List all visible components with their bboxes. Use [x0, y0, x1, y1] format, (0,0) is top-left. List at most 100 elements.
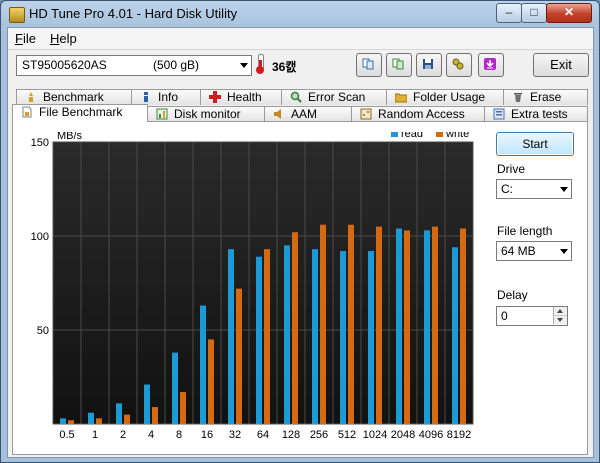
tab-benchmark-label: Benchmark [43, 90, 104, 104]
bar-read [60, 418, 66, 424]
x-tick-label: 256 [310, 429, 328, 441]
y-tick-label: 150 [31, 137, 49, 149]
menu-bar: File Help [8, 28, 593, 49]
tab-extra-tests[interactable]: Extra tests [484, 106, 588, 122]
tab-folder-usage-label: Folder Usage [413, 90, 486, 104]
save-button[interactable] [416, 53, 442, 77]
bar-read [312, 249, 318, 424]
tab-folder-usage[interactable]: Folder Usage [386, 89, 504, 105]
tab-erase-label: Erase [530, 90, 562, 104]
tab-erase[interactable]: Erase [503, 89, 588, 105]
benchmark-chart: 50 100 150 0.5 1 2 4 8 16 32 64 128 256 512 1024 2048 4… [31, 132, 474, 441]
close-button[interactable]: ✕ [546, 3, 592, 23]
menu-help[interactable]: Help [50, 31, 77, 46]
y-axis-label: MB/s [57, 132, 83, 142]
bar-write [208, 339, 214, 424]
bar-write [460, 228, 466, 424]
thermometer-icon [256, 54, 264, 74]
bar-write [432, 226, 438, 424]
bar-read [452, 247, 458, 424]
menu-file-label: ile [22, 31, 36, 46]
x-tick-label: 0.5 [59, 429, 74, 441]
x-tick-label: 2048 [391, 429, 415, 441]
health-icon [209, 91, 221, 103]
chevron-down-icon [560, 249, 568, 254]
bar-write [292, 232, 298, 424]
bar-write [236, 288, 242, 424]
start-button[interactable]: Start [496, 132, 574, 156]
toolbar-divider [8, 49, 593, 50]
file-benchmark-panel: 50 100 150 0.5 1 2 4 8 16 32 64 128 256 512 1024 2048 4… [12, 121, 588, 455]
legend-read-swatch [391, 132, 398, 137]
tab-benchmark[interactable]: Benchmark [16, 89, 132, 105]
spin-down-button[interactable] [553, 316, 567, 324]
disk-monitor-icon [156, 108, 168, 120]
exit-button[interactable]: Exit [533, 53, 589, 77]
download-icon [484, 58, 496, 70]
drive-size: (500 gB) [153, 58, 200, 72]
x-tick-label: 8 [176, 429, 182, 441]
bar-write [68, 420, 74, 424]
bar-read [200, 305, 206, 424]
bar-write [124, 414, 130, 424]
options-icon [452, 58, 464, 70]
bar-write [264, 249, 270, 424]
extra-tests-icon [493, 108, 505, 120]
tab-disk-monitor[interactable]: Disk monitor [147, 106, 265, 122]
menu-help-accel: H [50, 31, 60, 46]
bar-write [96, 418, 102, 424]
x-tick-label: 2 [120, 429, 126, 441]
title-bar[interactable]: HD Tune Pro 4.01 - Hard Disk Utility – □… [1, 1, 599, 27]
x-tick-label: 512 [338, 429, 356, 441]
tab-aam[interactable]: AAM [264, 106, 352, 122]
app-icon [9, 7, 25, 23]
temperature-readout: 36캜 [272, 60, 297, 74]
copy-info-button[interactable] [356, 53, 382, 77]
tab-info[interactable]: Info [131, 89, 201, 105]
bar-read [228, 249, 234, 424]
y-tick-label: 100 [31, 231, 49, 243]
random-access-icon [360, 108, 372, 120]
tab-error-scan[interactable]: Error Scan [281, 89, 387, 105]
copy-screenshot-button[interactable] [386, 53, 412, 77]
y-tick-labels: 50 100 150 [31, 137, 49, 337]
x-tick-label: 64 [257, 429, 269, 441]
bar-read [340, 251, 346, 424]
save-icon [423, 59, 433, 69]
tab-disk-monitor-label: Disk monitor [174, 107, 241, 121]
tab-error-scan-label: Error Scan [308, 90, 366, 104]
drive-label: Drive [497, 162, 526, 176]
file-length-combo[interactable]: 64 MB [496, 241, 572, 261]
download-button[interactable] [478, 53, 504, 77]
x-tick-label: 1 [92, 429, 98, 441]
x-tick-label: 8192 [447, 429, 471, 441]
y-tick-label: 50 [37, 325, 49, 337]
copy-screenshot-icon [392, 58, 404, 70]
tab-health[interactable]: Health [200, 89, 282, 105]
benchmark-icon [29, 92, 33, 102]
x-tick-label: 4096 [419, 429, 443, 441]
spin-up-button[interactable] [553, 307, 567, 316]
tab-extra-tests-label: Extra tests [511, 107, 568, 121]
drive-dropdown[interactable]: ST95005620AS (500 gB) [16, 55, 252, 76]
x-tick-label: 4 [148, 429, 154, 441]
tab-health-label: Health [227, 90, 262, 104]
delay-spinner[interactable]: 0 [496, 306, 568, 326]
tab-info-label: Info [158, 90, 179, 104]
options-button[interactable] [446, 53, 472, 77]
tab-random-access[interactable]: Random Access [351, 106, 485, 122]
bar-read [144, 384, 150, 424]
tab-file-benchmark[interactable]: File Benchmark [12, 104, 148, 122]
erase-icon [514, 93, 522, 102]
x-tick-label: 32 [229, 429, 241, 441]
maximize-button[interactable]: □ [521, 3, 547, 23]
drive-combo[interactable]: C: [496, 179, 572, 199]
menu-file-accel: F [15, 31, 23, 46]
bar-read [396, 228, 402, 424]
menu-file[interactable]: File [15, 31, 36, 46]
tab-aam-label: AAM [291, 107, 318, 121]
legend-read-label: read [401, 132, 423, 140]
minimize-button[interactable]: – [496, 3, 522, 23]
copy-info-icon [362, 58, 374, 70]
bar-write [180, 392, 186, 424]
